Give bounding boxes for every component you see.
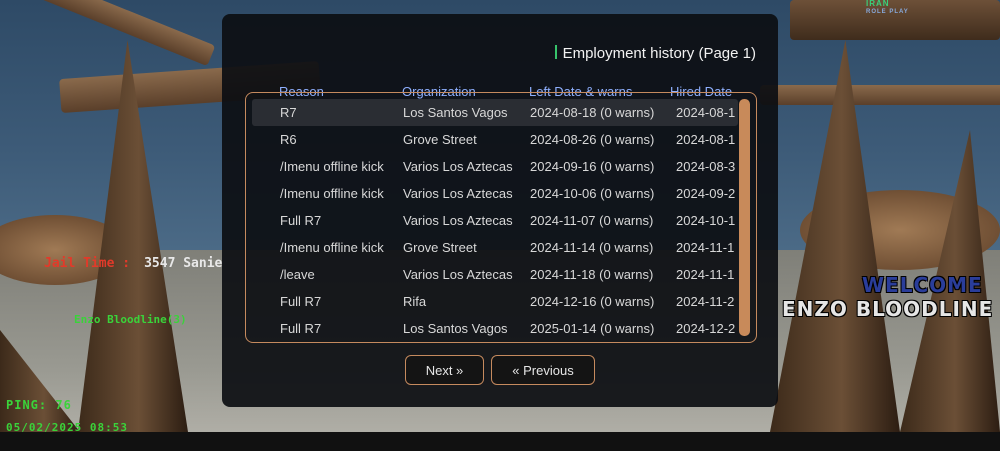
cell-left-date: 2025-01-14 (0 warns) [530,321,655,336]
jail-time-label: Jail Time : [44,256,131,271]
cell-left-date: 2024-09-16 (0 warns) [530,159,655,174]
jail-time-value: 3547 Sanie [144,256,223,271]
next-button[interactable]: Next » [405,355,484,385]
cell-left-date: 2024-11-07 (0 warns) [530,213,654,228]
cell-organization: Grove Street [403,132,477,147]
ping-readout: PING: 76 [6,398,72,412]
welcome-text: WELCOME [862,273,983,297]
list-item[interactable]: /Imenu offline kick Grove Street 2024-11… [252,234,738,261]
cell-reason: Full R7 [280,321,322,336]
player-tag: Enzo Bloodline(3) [74,313,187,326]
bottom-strip [0,432,1000,451]
cell-reason: Full R7 [280,294,322,309]
cell-organization: Rifa [403,294,427,309]
dialog-title-text: Employment history (Page 1) [562,45,756,62]
cell-left-date: 2024-08-26 (0 warns) [530,132,655,147]
cell-hired-date: 2024-08-3 [676,159,736,174]
cell-hired-date: 2024-09-2 [676,186,736,201]
history-list[interactable]: R7 Los Santos Vagos 2024-08-18 (0 warns)… [245,92,757,343]
logo-text-bottom: ROLE PLAY [866,9,909,15]
cell-left-date: 2024-08-18 (0 warns) [530,105,655,120]
cell-reason: Full R7 [280,213,322,228]
cell-hired-date: 2024-10-1 [676,213,736,228]
cell-organization: Los Santos Vagos [403,321,508,336]
cell-hired-date: 2024-11-1 [676,267,735,282]
cell-left-date: 2024-11-14 (0 warns) [530,240,654,255]
player-name: ENZO BLOODLINE [782,297,994,321]
list-item[interactable]: Full R7 Rifa 2024-12-16 (0 warns) 2024-1… [252,288,738,315]
cell-reason: /Imenu offline kick [280,240,384,255]
list-item[interactable]: Full R7 Los Santos Vagos 2025-01-14 (0 w… [252,315,738,342]
employment-history-dialog: Employment history (Page 1) Reason Organ… [222,14,778,407]
cell-organization: Varios Los Aztecas [403,267,513,282]
cell-reason: R6 [280,132,297,147]
cell-hired-date: 2024-11-2 [676,294,735,309]
list-item[interactable]: R6 Grove Street 2024-08-26 (0 warns) 202… [252,126,738,153]
cell-hired-date: 2024-08-1 [676,132,736,147]
cell-hired-date: 2024-11-1 [676,240,735,255]
cell-hired-date: 2024-12-2 [676,321,736,336]
cell-organization: Varios Los Aztecas [403,186,513,201]
previous-button[interactable]: « Previous [491,355,595,385]
cell-reason: /Imenu offline kick [280,159,384,174]
cell-reason: /Imenu offline kick [280,186,384,201]
cell-organization: Los Santos Vagos [403,105,508,120]
datetime-readout: 05/02/2025 08:53 [6,421,128,434]
list-item[interactable]: R7 Los Santos Vagos 2024-08-18 (0 warns)… [252,99,738,126]
title-marker [554,45,557,59]
logo-text-top: IRAN [866,0,890,8]
cell-hired-date: 2024-08-1 [676,105,736,120]
list-item[interactable]: Full R7 Varios Los Aztecas 2024-11-07 (0… [252,207,738,234]
list-item[interactable]: /Imenu offline kick Varios Los Aztecas 2… [252,153,738,180]
cell-reason: /leave [280,267,315,282]
list-item[interactable]: /leave Varios Los Aztecas 2024-11-18 (0 … [252,261,738,288]
cell-organization: Grove Street [403,240,477,255]
cell-left-date: 2024-12-16 (0 warns) [530,294,655,309]
cell-reason: R7 [280,105,297,120]
list-item[interactable]: /Imenu offline kick Varios Los Aztecas 2… [252,180,738,207]
cell-organization: Varios Los Aztecas [403,213,513,228]
wooden-beam [760,85,1000,105]
cell-left-date: 2024-11-18 (0 warns) [530,267,654,282]
jail-time: Jail Time : 3547 Sanie [44,256,222,271]
scrollbar[interactable] [739,99,750,336]
server-logo: IRAN ROLE PLAY [866,0,909,16]
cell-organization: Varios Los Aztecas [403,159,513,174]
cell-left-date: 2024-10-06 (0 warns) [530,186,655,201]
dialog-title: Employment history (Page 1) [554,45,756,62]
